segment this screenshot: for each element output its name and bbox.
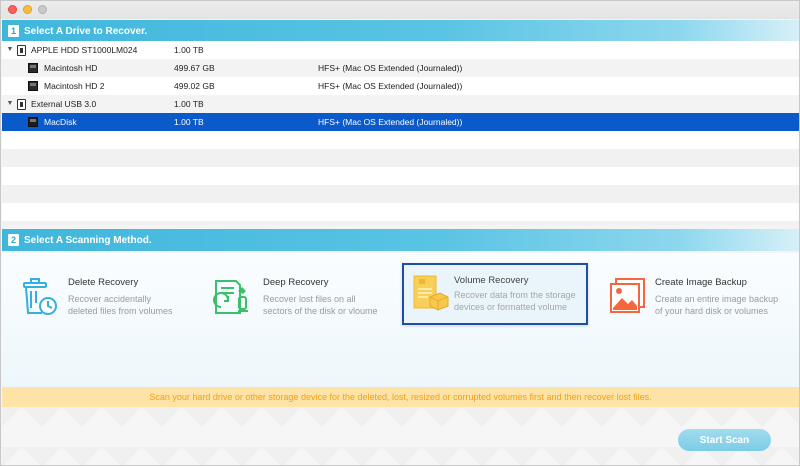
close-window-button[interactable] xyxy=(8,5,17,14)
method-desc-line1: Create an entire image backup xyxy=(655,294,779,304)
volume-size: 499.02 GB xyxy=(174,81,215,91)
empty-row xyxy=(2,221,799,225)
method-desc-line1: Recover lost files on all xyxy=(263,294,356,304)
drive-name: External USB 3.0 xyxy=(31,99,97,109)
empty-row xyxy=(2,167,799,185)
title-bar xyxy=(1,1,799,19)
drive-row-external-usb[interactable]: ▼ External USB 3.0 1.00 TB xyxy=(2,95,799,113)
volume-size: 499.67 GB xyxy=(174,63,215,73)
volume-icon xyxy=(28,117,38,127)
image-backup-icon xyxy=(610,278,645,313)
info-banner: Scan your hard drive or other storage de… xyxy=(2,387,799,407)
volume-row-macintosh-hd[interactable]: Macintosh HD 499.67 GB HFS+ (Mac OS Exte… xyxy=(2,59,799,77)
drive-row-apple-hdd[interactable]: ▼ APPLE HDD ST1000LM024 1.00 TB xyxy=(2,41,799,59)
volume-filesystem: HFS+ (Mac OS Extended (Journaled)) xyxy=(318,63,463,73)
method-title: Deep Recovery xyxy=(263,277,329,288)
volume-icon xyxy=(28,63,38,73)
deep-scan-icon xyxy=(213,280,248,314)
method-title: Volume Recovery xyxy=(454,275,529,286)
empty-row xyxy=(2,149,799,167)
drive-name: APPLE HDD ST1000LM024 xyxy=(31,45,138,55)
drive-size: 1.00 TB xyxy=(174,99,204,109)
method-title: Create Image Backup xyxy=(655,277,747,288)
method-deep-recovery[interactable]: Deep Recovery Recover lost files on all … xyxy=(210,271,395,325)
method-description: Recover accidentally deleted files from … xyxy=(68,293,173,317)
empty-row xyxy=(2,131,799,149)
method-description: Recover lost files on all sectors of the… xyxy=(263,293,378,317)
step1-title: Select A Drive to Recover. xyxy=(24,25,148,37)
hard-drive-icon xyxy=(17,44,26,56)
method-create-image-backup[interactable]: Create Image Backup Create an entire ima… xyxy=(608,271,794,325)
method-description: Create an entire image backup of your ha… xyxy=(655,293,778,317)
volume-row-macdisk[interactable]: MacDisk 1.00 TB HFS+ (Mac OS Extended (J… xyxy=(2,113,799,131)
info-text: Scan your hard drive or other storage de… xyxy=(149,392,652,402)
disclosure-triangle-icon[interactable]: ▼ xyxy=(6,41,14,59)
step2-number: 2 xyxy=(8,234,19,246)
method-desc-line1: Recover accidentally xyxy=(68,294,152,304)
drive-list[interactable]: ▼ APPLE HDD ST1000LM024 1.00 TB Macintos… xyxy=(2,41,799,225)
trash-clock-icon xyxy=(23,278,57,315)
minimize-window-button[interactable] xyxy=(23,5,32,14)
method-desc-line2: deleted files from volumes xyxy=(68,306,173,316)
method-desc-line2: sectors of the disk or vloume xyxy=(263,306,378,316)
method-title: Delete Recovery xyxy=(68,277,139,288)
method-delete-recovery[interactable]: Delete Recovery Recover accidentally del… xyxy=(18,271,198,325)
method-desc-line1: Recover data from the storage xyxy=(454,290,576,300)
empty-row xyxy=(2,203,799,221)
usb-drive-icon xyxy=(17,98,26,110)
volume-filesystem: HFS+ (Mac OS Extended (Journaled)) xyxy=(318,81,463,91)
volume-icon xyxy=(28,81,38,91)
volume-name: Macintosh HD 2 xyxy=(44,81,105,91)
volume-size: 1.00 TB xyxy=(174,117,204,127)
step1-header: 1 Select A Drive to Recover. xyxy=(2,20,799,42)
method-description: Recover data from the storage devices or… xyxy=(454,289,576,313)
step2-title: Select A Scanning Method. xyxy=(24,234,152,246)
step2-header: 2 Select A Scanning Method. xyxy=(2,229,799,251)
drive-size: 1.00 TB xyxy=(174,45,204,55)
footer: Start Scan xyxy=(2,407,799,465)
zoom-window-button[interactable] xyxy=(38,5,47,14)
scan-methods: Delete Recovery Recover accidentally del… xyxy=(2,253,799,387)
method-desc-line2: of your hard disk or volumes xyxy=(655,306,769,316)
step1-number: 1 xyxy=(8,25,19,37)
empty-row xyxy=(2,185,799,203)
volume-row-macintosh-hd-2[interactable]: Macintosh HD 2 499.02 GB HFS+ (Mac OS Ex… xyxy=(2,77,799,95)
method-desc-line2: devices or formatted volume xyxy=(454,302,568,312)
volume-recovery-icon xyxy=(413,275,449,311)
method-volume-recovery[interactable]: Volume Recovery Recover data from the st… xyxy=(402,263,588,325)
start-scan-button[interactable]: Start Scan xyxy=(678,429,771,451)
volume-filesystem: HFS+ (Mac OS Extended (Journaled)) xyxy=(318,117,463,127)
volume-name: MacDisk xyxy=(44,117,77,127)
volume-name: Macintosh HD xyxy=(44,63,98,73)
app-window: 1 Select A Drive to Recover. ▼ APPLE HDD… xyxy=(0,0,800,466)
disclosure-triangle-icon[interactable]: ▼ xyxy=(6,95,14,113)
